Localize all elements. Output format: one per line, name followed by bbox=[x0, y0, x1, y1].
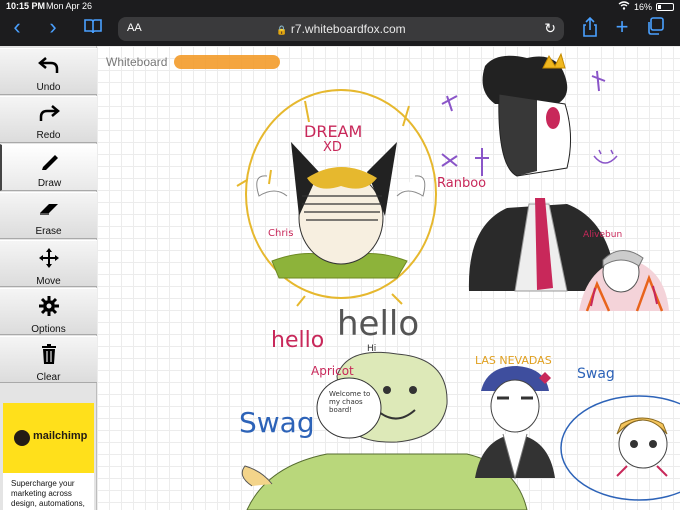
welcome-speech-text: Welcome to my chaos board! bbox=[329, 390, 371, 414]
chris-signature: Chris bbox=[268, 228, 294, 239]
options-button[interactable]: Options bbox=[0, 288, 97, 335]
bookmarks-button[interactable] bbox=[82, 17, 104, 39]
hi-text: Hi bbox=[367, 344, 377, 354]
dream-label: DREAM bbox=[304, 122, 363, 141]
pencil-icon bbox=[41, 155, 58, 170]
mailchimp-logo-icon bbox=[14, 430, 30, 446]
book-icon bbox=[84, 19, 102, 34]
tool-sidebar: Undo Redo Draw Erase Move Options Clear … bbox=[0, 46, 97, 510]
xd-label: XD bbox=[323, 140, 342, 155]
options-label: Options bbox=[31, 324, 66, 335]
gear-icon bbox=[38, 296, 59, 316]
redo-label: Redo bbox=[36, 130, 61, 141]
trash-icon bbox=[41, 344, 56, 364]
new-tab-button[interactable]: + bbox=[611, 16, 633, 39]
status-date: Mon Apr 26 bbox=[46, 1, 93, 11]
draw-button[interactable]: Draw bbox=[0, 144, 97, 191]
address-bar[interactable]: AA 🔒 r7.whiteboardfox.com ↻ bbox=[118, 17, 564, 41]
lock-icon: 🔒 bbox=[276, 25, 288, 35]
status-indicators: 16% bbox=[618, 1, 674, 12]
swag-blue-text: Swag bbox=[239, 406, 315, 439]
las-nevadas-drawing bbox=[475, 366, 555, 480]
eraser-icon bbox=[39, 204, 58, 215]
hello-gray-text: hello bbox=[337, 304, 420, 344]
drawings-layer bbox=[236, 52, 680, 510]
erase-label: Erase bbox=[35, 226, 62, 237]
draw-label: Draw bbox=[37, 178, 62, 189]
share-icon bbox=[583, 16, 597, 37]
url-text: 🔒 r7.whiteboardfox.com bbox=[276, 22, 406, 36]
las-nevadas-label: LAS NEVADAS bbox=[475, 354, 552, 367]
swag-right-text: Swag bbox=[577, 366, 615, 382]
whiteboard-canvas[interactable]: Whiteboard DREAM XD Chris Ranboo Alivebu… bbox=[97, 46, 680, 510]
status-time: 10:15 PM bbox=[6, 1, 46, 11]
battery-percent: 16% bbox=[633, 1, 652, 12]
move-label: Move bbox=[36, 276, 61, 287]
clear-label: Clear bbox=[36, 372, 61, 383]
ad-brand: mailchimp bbox=[33, 430, 88, 442]
clear-button[interactable]: Clear bbox=[0, 336, 97, 383]
tabs-icon bbox=[648, 17, 664, 35]
redo-button[interactable]: Redo bbox=[0, 96, 97, 143]
wifi-icon bbox=[618, 1, 630, 12]
back-button[interactable]: ‹ bbox=[6, 16, 28, 39]
reload-button[interactable]: ↻ bbox=[544, 20, 556, 37]
ad-copy: Supercharge your marketing across design… bbox=[11, 479, 85, 508]
redo-icon bbox=[39, 105, 60, 121]
undo-button[interactable]: Undo bbox=[0, 48, 97, 95]
ranboo-label: Ranboo bbox=[437, 176, 487, 191]
battery-icon bbox=[656, 2, 674, 11]
swag-circle-drawing bbox=[560, 395, 680, 501]
erase-button[interactable]: Erase bbox=[0, 192, 97, 239]
ranboo-drawing bbox=[441, 52, 618, 292]
ad-logo: mailchimp bbox=[3, 403, 94, 473]
hello-pink-text: hello bbox=[271, 328, 325, 353]
apricot-label: Apricot bbox=[311, 364, 354, 378]
alivebun-label: Alivebun bbox=[583, 230, 623, 240]
undo-icon bbox=[37, 57, 58, 73]
move-icon bbox=[38, 248, 59, 268]
forward-button[interactable]: › bbox=[42, 16, 64, 39]
undo-label: Undo bbox=[36, 82, 61, 93]
advertisement[interactable]: mailchimp Supercharge your marketing acr… bbox=[3, 403, 94, 510]
browser-chrome: 10:15 PM Mon Apr 26 16% ‹ › AA 🔒 r7.whit… bbox=[0, 0, 680, 46]
share-button[interactable] bbox=[579, 16, 601, 39]
tabs-button[interactable] bbox=[644, 17, 666, 39]
move-button[interactable]: Move bbox=[0, 240, 97, 287]
